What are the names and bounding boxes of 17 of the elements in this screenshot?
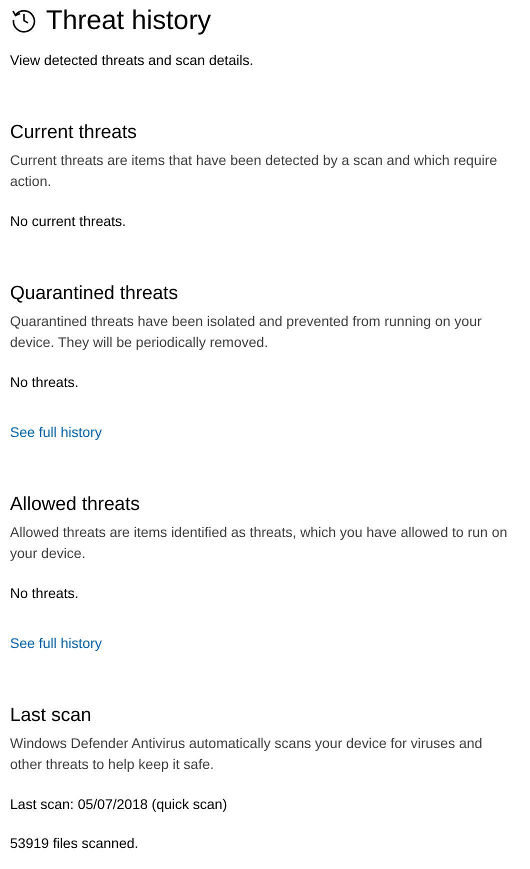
- section-heading: Current threats: [10, 121, 137, 145]
- history-link[interactable]: See full history: [10, 633, 102, 653]
- section-heading: Last scan: [10, 704, 92, 728]
- section-description: Allowed threats are items identified as threats, which you have allowed to run on your device.: [10, 523, 508, 563]
- history-link[interactable]: See full history: [10, 422, 102, 442]
- status-text: 53919 files scanned.: [10, 834, 138, 853]
- page-subtitle: View detected threats and scan details.: [10, 51, 254, 70]
- section-description: Current threats are items that have been detected by a scan and which require action.: [10, 151, 498, 191]
- section-description: Windows Defender Antivirus automatically scans your device for viruses and other threats to help keep it safe.: [10, 734, 484, 774]
- page-title: Threat history: [46, 4, 212, 37]
- section-heading: Allowed threats: [10, 493, 140, 517]
- status-text: No threats.: [10, 584, 78, 603]
- section-description: Quarantined threats have been isolated and prevented from running on your device. They will be periodically removed.: [10, 312, 483, 352]
- status-text: Last scan: 05/07/2018 (quick scan): [10, 795, 228, 814]
- section-heading: Quarantined threats: [10, 282, 178, 306]
- status-text: No threats.: [10, 373, 78, 392]
- status-text: No current threats.: [10, 212, 126, 231]
